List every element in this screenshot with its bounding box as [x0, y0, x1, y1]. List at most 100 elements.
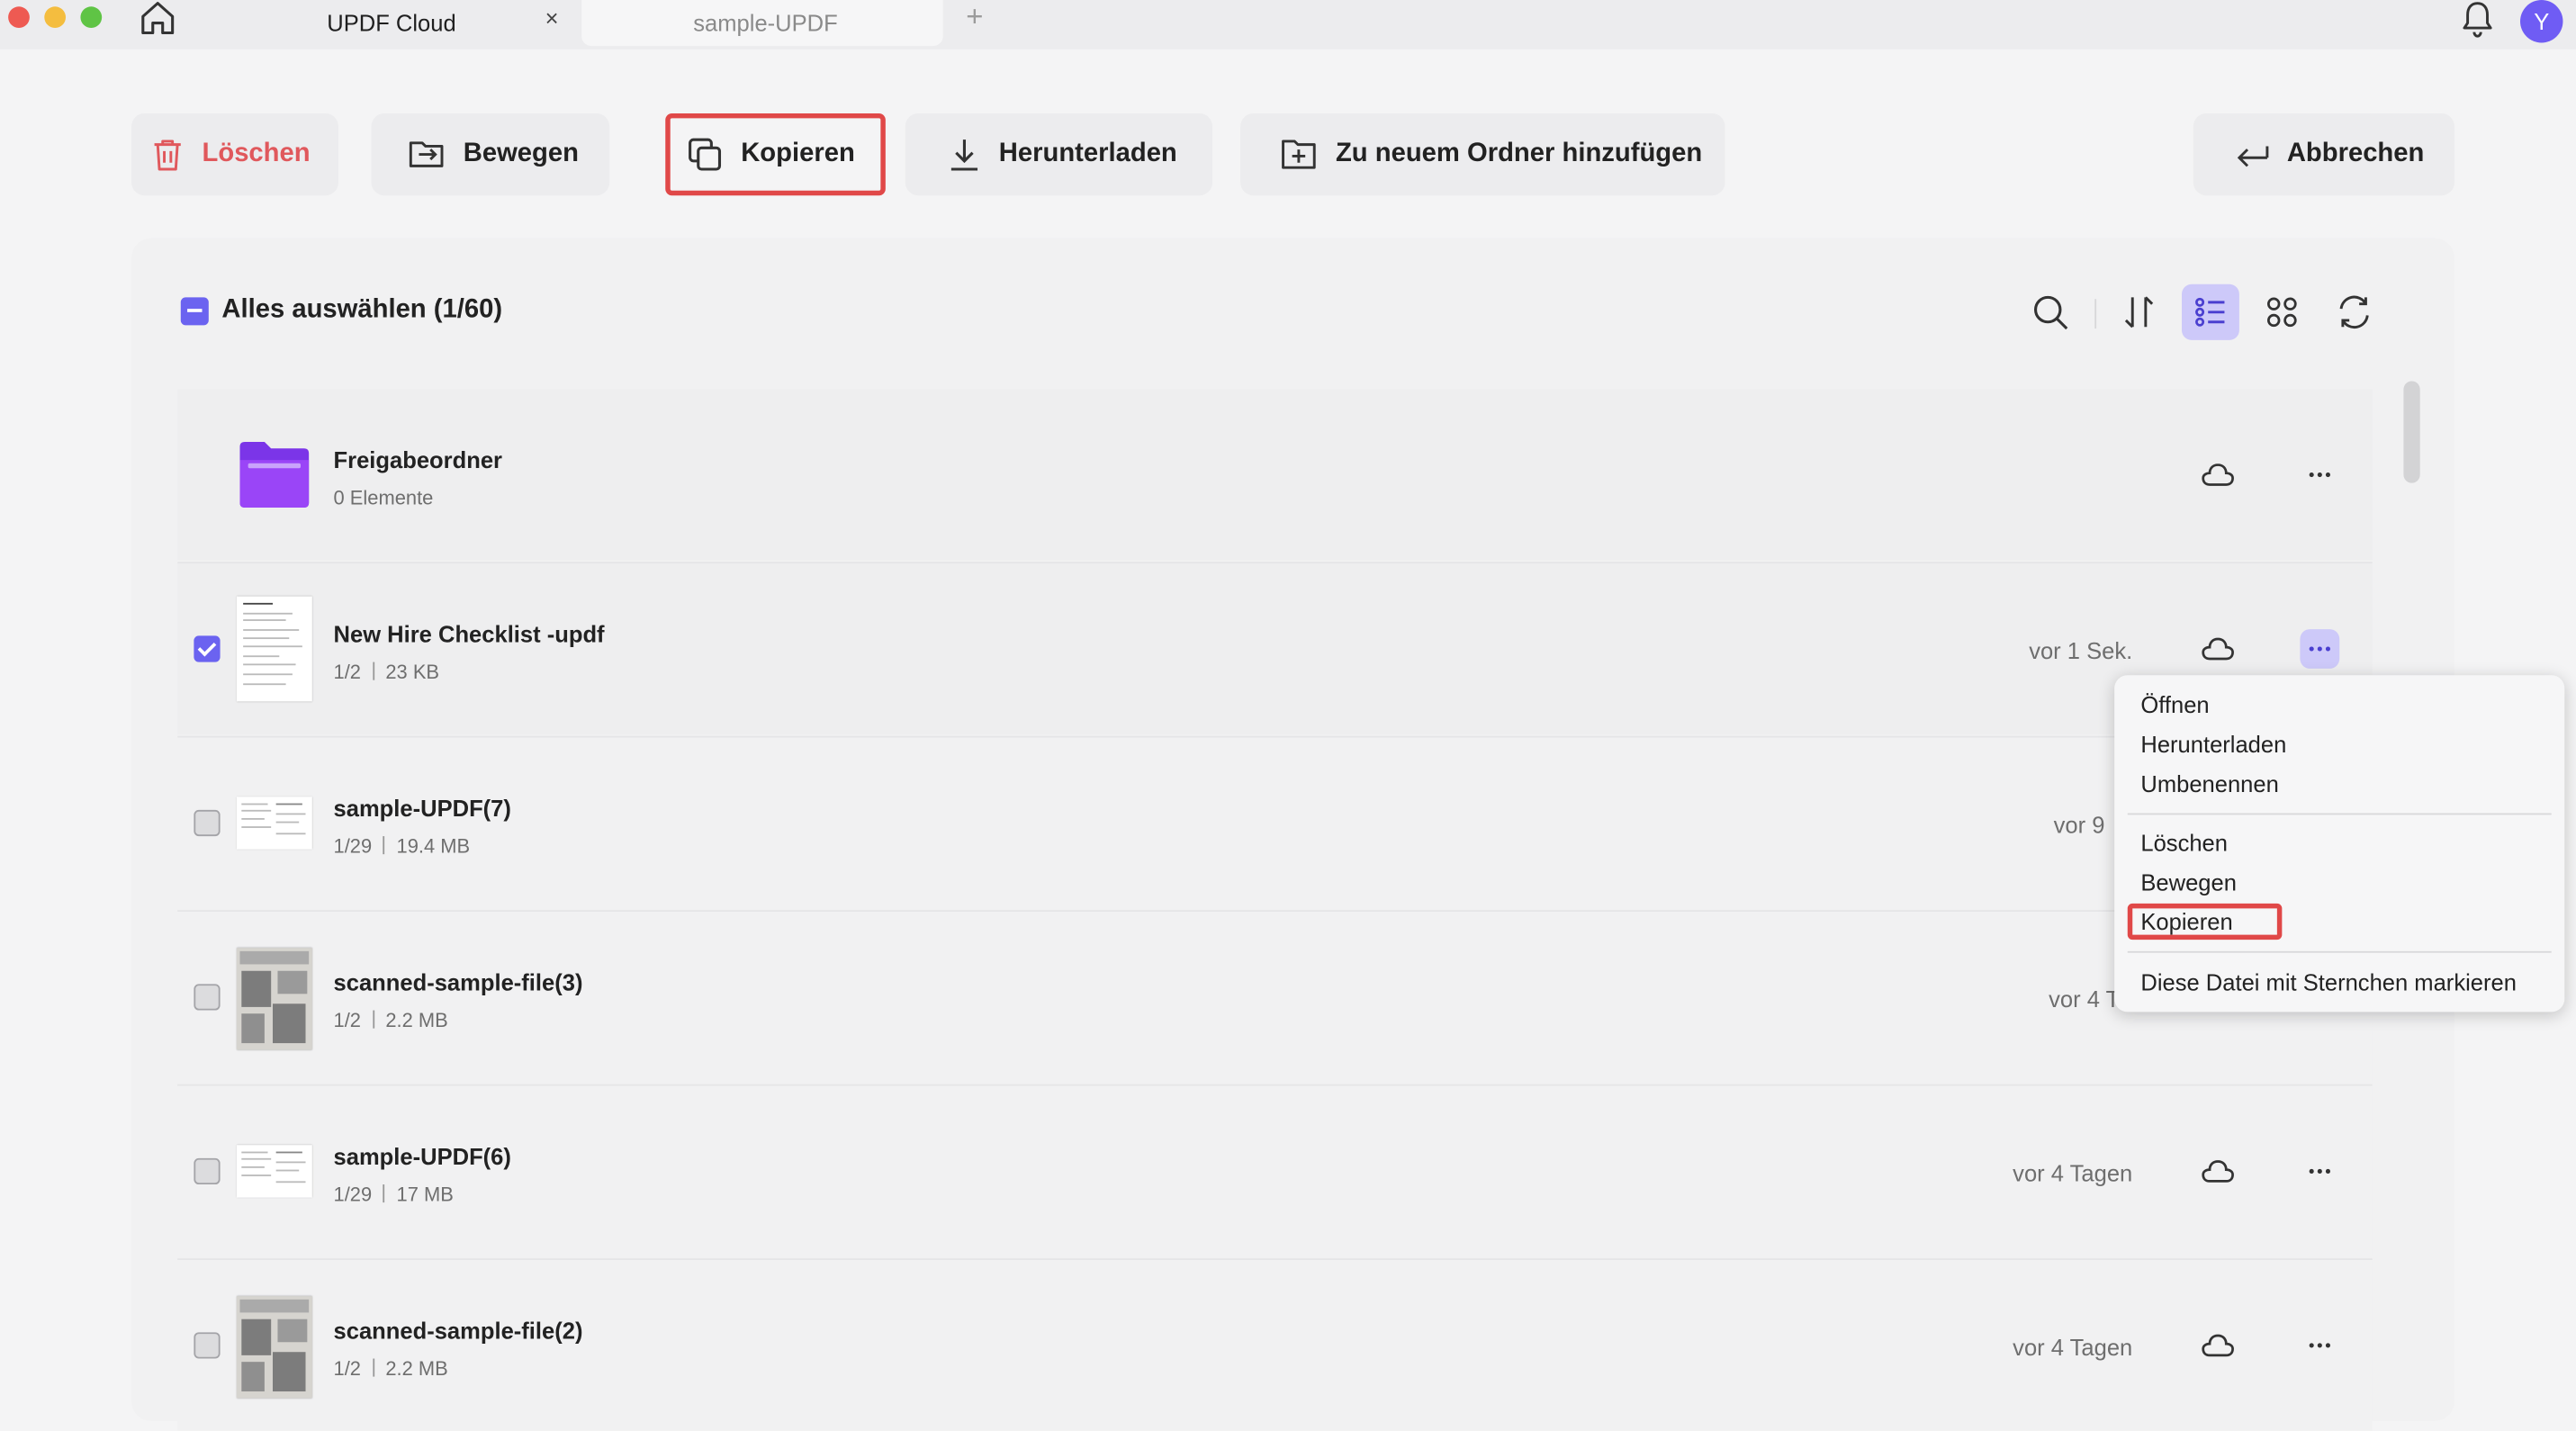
- file-thumbnail: [236, 796, 312, 850]
- file-size: 23 KB: [385, 660, 440, 684]
- context-menu: Öffnen Herunterladen Umbenennen Löschen …: [2114, 675, 2565, 1012]
- file-name: sample-UPDF(6): [333, 1143, 511, 1170]
- sort-icon[interactable]: [2120, 292, 2159, 332]
- file-meta: 1/29 19.4 MB: [334, 834, 471, 858]
- tab-updf-cloud[interactable]: UPDF Cloud ×: [205, 0, 575, 47]
- cloud-icon[interactable]: [2202, 1330, 2235, 1360]
- grid-view-icon[interactable]: [2262, 292, 2301, 332]
- select-all[interactable]: Alles auswählen (1/60): [180, 296, 502, 326]
- move-label: Bewegen: [463, 140, 579, 168]
- file-thumbnail: [236, 948, 312, 1050]
- file-pages: 1/2: [333, 1008, 361, 1032]
- title-bar: UPDF Cloud × sample-UPDF + Y: [0, 0, 2576, 50]
- move-button[interactable]: Bewegen: [371, 112, 610, 196]
- cloud-icon[interactable]: [2202, 460, 2235, 490]
- menu-divider: [2127, 950, 2552, 953]
- download-button[interactable]: Herunterladen: [905, 112, 1213, 196]
- list-view-icon: [2195, 297, 2225, 327]
- file-row[interactable]: New Hire Checklist -updf 1/2 23 KB vor 1 …: [177, 563, 2373, 734]
- copy-label: Kopieren: [741, 140, 855, 168]
- select-all-checkbox[interactable]: [180, 296, 209, 325]
- file-meta: 1/2 2.2 MB: [334, 1009, 448, 1032]
- cloud-icon[interactable]: [2202, 634, 2235, 664]
- menu-item-star[interactable]: Diese Datei mit Sternchen markieren: [2140, 969, 2517, 995]
- file-name: scanned-sample-file(2): [333, 1317, 583, 1345]
- folder-icon: [239, 442, 310, 508]
- row-checkbox[interactable]: [194, 1157, 221, 1185]
- file-pages: 1/29: [333, 1183, 373, 1206]
- file-modified-time: vor 4 Tagen: [2013, 1159, 2133, 1186]
- file-name: scanned-sample-file(3): [333, 968, 583, 996]
- add-to-new-folder-button[interactable]: Zu neuem Ordner hinzufügen: [1240, 112, 1725, 196]
- menu-item-move[interactable]: Bewegen: [2140, 869, 2237, 896]
- file-modified-time: vor 4 Tagen: [2013, 1334, 2133, 1361]
- search-icon[interactable]: [2031, 292, 2070, 332]
- file-thumbnail: [236, 596, 312, 702]
- file-size: 19.4 MB: [396, 834, 471, 858]
- file-pages: 1/2: [333, 1356, 361, 1381]
- zoom-window-button[interactable]: [80, 6, 103, 29]
- more-options-icon[interactable]: [2300, 1152, 2339, 1192]
- toolbar-divider: [2094, 299, 2097, 329]
- folder-row[interactable]: Freigabeordner 0 Elemente: [177, 389, 2373, 561]
- folder-name: Freigabeordner: [333, 446, 502, 473]
- cancel-button[interactable]: Abbrechen: [2193, 112, 2454, 196]
- file-meta: 1/2 2.2 MB: [334, 1357, 448, 1381]
- file-meta: 1/29 17 MB: [334, 1183, 454, 1206]
- scrollbar[interactable]: [2403, 381, 2420, 483]
- cancel-label: Abbrechen: [2286, 140, 2425, 168]
- more-options-icon[interactable]: [2300, 629, 2340, 669]
- more-options-icon[interactable]: [2300, 1326, 2339, 1365]
- file-row[interactable]: sample-UPDF(7) 1/29 19.4 MB vor 9: [177, 737, 2373, 909]
- menu-item-copy[interactable]: Kopieren: [2127, 903, 2283, 940]
- delete-label: Löschen: [202, 140, 311, 168]
- cloud-icon[interactable]: [2202, 1156, 2235, 1186]
- row-checkbox[interactable]: [194, 1332, 221, 1359]
- row-checkbox[interactable]: [194, 635, 221, 662]
- tab-label: sample-UPDF: [693, 9, 838, 37]
- file-meta: 1/2 23 KB: [334, 661, 440, 684]
- menu-item-open[interactable]: Öffnen: [2140, 691, 2209, 717]
- file-size: 17 MB: [396, 1183, 454, 1206]
- folder-plus-icon: [1282, 140, 1316, 169]
- folder-meta: 0 Elemente: [333, 486, 434, 509]
- row-checkbox[interactable]: [194, 809, 221, 837]
- avatar[interactable]: Y: [2520, 0, 2563, 43]
- add-to-new-folder-label: Zu neuem Ordner hinzufügen: [1335, 140, 1703, 168]
- move-folder-icon: [409, 141, 444, 167]
- menu-item-download[interactable]: Herunterladen: [2140, 731, 2286, 757]
- file-size: 2.2 MB: [385, 1356, 448, 1381]
- tab-sample-updf[interactable]: sample-UPDF: [581, 0, 943, 47]
- menu-item-delete[interactable]: Löschen: [2140, 830, 2228, 856]
- bell-icon[interactable]: [2459, 0, 2495, 40]
- file-name: New Hire Checklist -updf: [333, 620, 605, 648]
- refresh-icon[interactable]: [2335, 292, 2374, 332]
- copy-button[interactable]: Kopieren: [665, 112, 886, 196]
- file-thumbnail: [236, 1145, 312, 1198]
- file-pages: 1/29: [333, 834, 373, 858]
- file-thumbnail: [236, 1296, 312, 1399]
- file-name: sample-UPDF(7): [333, 795, 511, 822]
- minimize-window-button[interactable]: [44, 6, 67, 29]
- file-modified-time: vor 4 T: [2049, 986, 2121, 1012]
- tab-label: UPDF Cloud: [327, 9, 456, 37]
- file-row[interactable]: scanned-sample-file(2) 1/2 2.2 MB vor 4 T…: [177, 1260, 2373, 1431]
- more-options-icon[interactable]: [2300, 455, 2339, 495]
- return-arrow-icon: [2237, 146, 2269, 167]
- file-pages: 1/2: [333, 660, 361, 684]
- delete-button[interactable]: Löschen: [131, 112, 339, 196]
- add-tab-button[interactable]: +: [966, 0, 983, 34]
- row-checkbox[interactable]: [194, 984, 221, 1011]
- file-row[interactable]: sample-UPDF(6) 1/29 17 MB vor 4 Tagen: [177, 1085, 2373, 1257]
- close-window-button[interactable]: [8, 6, 30, 29]
- file-row[interactable]: scanned-sample-file(3) 1/2 2.2 MB vor 4 T: [177, 912, 2373, 1083]
- download-icon: [950, 140, 978, 171]
- download-label: Herunterladen: [998, 140, 1177, 168]
- tab-close-icon[interactable]: ×: [545, 4, 559, 31]
- menu-item-rename[interactable]: Umbenennen: [2140, 770, 2278, 796]
- trash-icon: [154, 140, 181, 171]
- list-view-button[interactable]: [2181, 284, 2239, 340]
- file-size: 2.2 MB: [385, 1008, 448, 1032]
- home-icon[interactable]: [138, 0, 177, 36]
- menu-divider: [2127, 813, 2552, 815]
